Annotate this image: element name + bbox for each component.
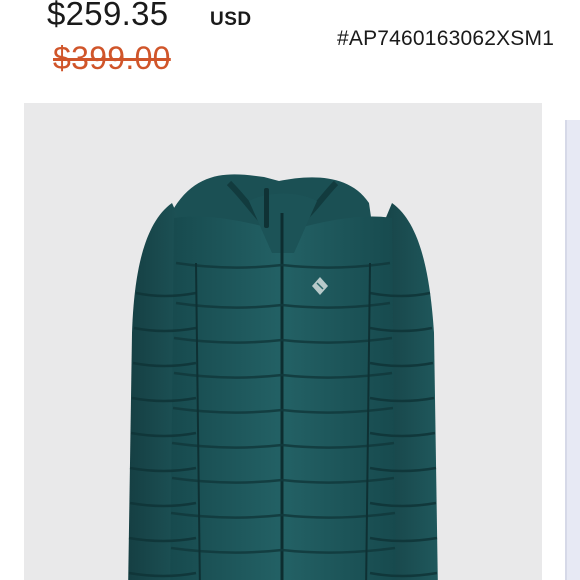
product-page: $259.35 USD $399.00 #AP7460163062XSM1: [0, 0, 580, 580]
product-image: [128, 174, 438, 580]
original-price: $399.00: [53, 40, 171, 76]
current-price: $259.35: [47, 0, 169, 32]
next-image-card-edge[interactable]: [565, 120, 580, 580]
product-image-card[interactable]: [24, 103, 542, 580]
currency-label: USD: [210, 9, 252, 30]
product-sku: #AP7460163062XSM1: [337, 27, 555, 50]
